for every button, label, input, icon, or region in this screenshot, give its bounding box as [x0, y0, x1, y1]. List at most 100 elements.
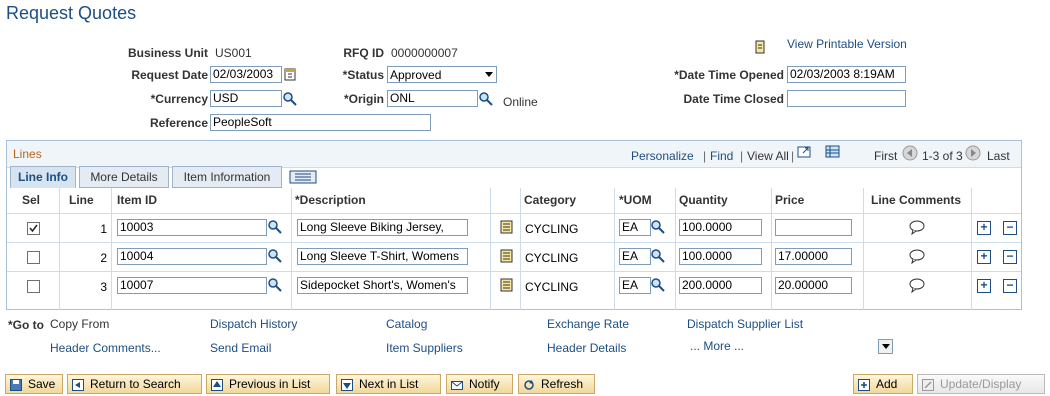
view-all-link[interactable]: View All	[747, 149, 789, 163]
arrow-up-icon	[211, 378, 223, 391]
delete-row-button[interactable]: −	[1003, 250, 1017, 264]
description-input[interactable]: Sidepocket Short's, Women's	[297, 277, 468, 294]
comment-icon[interactable]	[909, 220, 925, 238]
search-icon[interactable]	[650, 248, 666, 267]
next-row-icon[interactable]	[965, 145, 981, 164]
table-row: 2 10004 Long Sleeve T-Shirt, Womens CYCL…	[7, 243, 1021, 272]
column-header-item-id: Item ID	[117, 188, 158, 214]
tab-line-info[interactable]: Line Info	[10, 166, 76, 188]
request-date-label: Request Date	[131, 68, 208, 82]
date-time-closed-input[interactable]	[787, 90, 906, 107]
uom-input[interactable]: EA	[619, 219, 651, 236]
quantity-input[interactable]: 100.0000	[679, 248, 762, 265]
uom-input[interactable]: EA	[619, 277, 651, 294]
status-select[interactable]: Approved	[387, 66, 497, 83]
lines-title: Lines	[13, 147, 42, 161]
origin-input[interactable]: ONL	[387, 90, 478, 107]
save-button-label: Save	[28, 377, 56, 391]
add-row-button[interactable]: +	[977, 279, 991, 293]
notify-button[interactable]: Notify	[446, 374, 513, 394]
reference-input[interactable]: PeopleSoft	[210, 114, 431, 131]
column-header-sel: Sel	[22, 188, 41, 214]
add-button[interactable]: Add	[853, 374, 913, 394]
category-value: CYCLING	[525, 280, 579, 294]
refresh-button[interactable]: Refresh	[518, 374, 595, 394]
goto-label: *Go to	[8, 318, 44, 332]
grid-column-header-row	[7, 188, 1021, 214]
search-icon[interactable]	[478, 91, 494, 110]
edit-description-icon[interactable]	[500, 220, 514, 237]
next-in-list-label: Next in List	[359, 377, 419, 391]
status-label: *Status	[342, 68, 384, 82]
item-suppliers-link[interactable]: Item Suppliers	[386, 341, 463, 355]
search-icon[interactable]	[650, 219, 666, 238]
header-comments-link[interactable]: Header Comments...	[50, 341, 161, 355]
row-select-checkbox[interactable]	[27, 251, 40, 264]
item-id-input[interactable]: 10004	[117, 248, 267, 265]
price-input[interactable]: 17.00000	[775, 248, 852, 265]
show-all-columns-icon[interactable]	[289, 170, 317, 187]
comment-icon[interactable]	[909, 249, 925, 267]
description-input[interactable]: Long Sleeve T-Shirt, Womens	[297, 248, 468, 265]
rfq-id-value: 0000000007	[391, 46, 458, 60]
update-display-button[interactable]: Update/Display	[917, 374, 1045, 394]
view-printable-version-link[interactable]: View Printable Version	[787, 37, 907, 51]
origin-description: Online	[503, 95, 538, 109]
add-row-button[interactable]: +	[977, 250, 991, 264]
dispatch-history-link[interactable]: Dispatch History	[210, 317, 297, 331]
uom-input[interactable]: EA	[619, 248, 651, 265]
search-icon[interactable]	[267, 277, 283, 296]
column-header-line: Line	[69, 188, 94, 214]
delete-row-button[interactable]: −	[1003, 279, 1017, 293]
description-input[interactable]: Long Sleeve Biking Jersey,	[297, 219, 468, 236]
return-to-search-button[interactable]: Return to Search	[67, 374, 202, 394]
quantity-input[interactable]: 100.0000	[679, 219, 762, 236]
add-row-button[interactable]: +	[977, 221, 991, 235]
price-input[interactable]	[775, 219, 852, 236]
edit-description-icon[interactable]	[500, 278, 514, 295]
tab-more-details[interactable]: More Details	[79, 166, 169, 188]
tab-item-information[interactable]: Item Information	[172, 166, 282, 188]
save-button[interactable]: Save	[5, 374, 63, 394]
add-label: Add	[876, 377, 898, 391]
row-range: 1-3 of 3	[922, 149, 963, 163]
more-link[interactable]: ... More ...	[690, 339, 744, 353]
search-icon[interactable]	[282, 91, 298, 110]
date-time-opened-input[interactable]: 02/03/2003 8:19AM	[787, 66, 906, 83]
expand-grid-icon[interactable]	[797, 145, 813, 162]
calendar-icon[interactable]	[284, 67, 296, 81]
update-display-label: Update/Display	[940, 377, 1022, 391]
exchange-rate-link[interactable]: Exchange Rate	[547, 317, 629, 331]
search-icon[interactable]	[267, 219, 283, 238]
date-time-closed-label: Date Time Closed	[683, 92, 784, 106]
header-details-link[interactable]: Header Details	[547, 341, 626, 355]
search-icon[interactable]	[267, 248, 283, 267]
separator: |	[791, 149, 795, 163]
print-icon[interactable]	[754, 40, 766, 54]
row-select-checkbox[interactable]	[27, 280, 40, 293]
currency-input[interactable]: USD	[210, 90, 282, 107]
item-id-input[interactable]: 10003	[117, 219, 267, 236]
more-dropdown-button[interactable]	[878, 339, 893, 354]
price-input[interactable]: 20.00000	[775, 277, 852, 294]
request-date-input[interactable]: 02/03/2003	[210, 66, 282, 83]
add-icon	[858, 378, 870, 391]
previous-row-icon[interactable]	[902, 145, 918, 164]
search-icon[interactable]	[650, 277, 666, 296]
item-id-input[interactable]: 10007	[117, 277, 267, 294]
download-grid-icon[interactable]	[825, 145, 841, 162]
personalize-link[interactable]: Personalize	[631, 149, 694, 163]
find-link[interactable]: Find	[710, 149, 733, 163]
delete-row-button[interactable]: −	[1003, 221, 1017, 235]
notify-label: Notify	[469, 377, 500, 391]
edit-description-icon[interactable]	[500, 249, 514, 266]
catalog-link[interactable]: Catalog	[386, 317, 427, 331]
dispatch-supplier-list-link[interactable]: Dispatch Supplier List	[687, 317, 803, 331]
comment-icon[interactable]	[909, 278, 925, 296]
quantity-input[interactable]: 200.0000	[679, 277, 762, 294]
row-select-checkbox[interactable]	[27, 222, 40, 235]
send-email-link[interactable]: Send Email	[210, 341, 271, 355]
next-in-list-button[interactable]: Next in List	[336, 374, 441, 394]
origin-label: *Origin	[343, 92, 384, 106]
previous-in-list-button[interactable]: Previous in List	[206, 374, 330, 394]
